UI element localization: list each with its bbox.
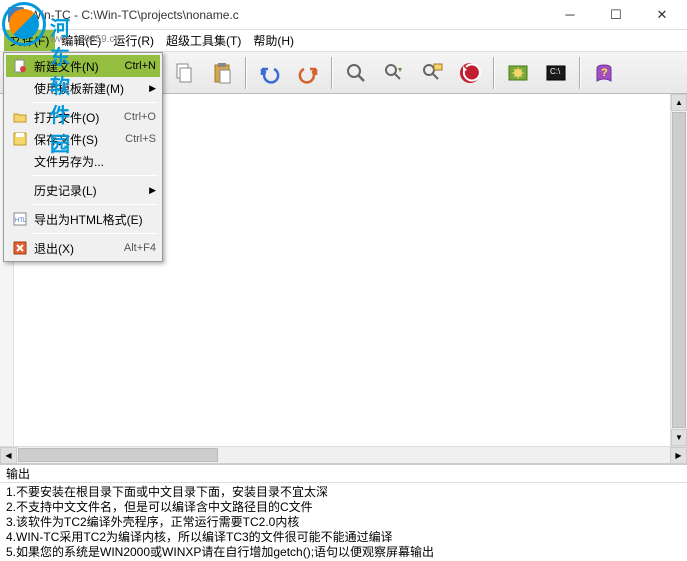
output-panel: 输出 1.不要安装在根目录下面或中文目录下面，安装目录不宜太深 2.不支持中文文…: [0, 463, 687, 561]
output-body[interactable]: 1.不要安装在根目录下面或中文目录下面，安装目录不宜太深 2.不支持中文文件名，…: [0, 483, 687, 561]
scroll-left-button[interactable]: ◀: [0, 447, 17, 464]
menu-edit[interactable]: 编辑(E): [55, 30, 107, 51]
scroll-thumb-v[interactable]: [672, 112, 686, 428]
vertical-scrollbar[interactable]: ▲ ▼: [670, 94, 687, 446]
redo-button[interactable]: [290, 55, 326, 91]
menu-exit[interactable]: 退出(X) Alt+F4: [6, 237, 160, 259]
menu-help[interactable]: 帮助(H): [247, 30, 300, 51]
exit-icon: [10, 240, 30, 256]
menu-separator: [32, 175, 158, 176]
find-next-button[interactable]: [376, 55, 412, 91]
paste-button[interactable]: [204, 55, 240, 91]
menu-export-html[interactable]: HTL 导出为HTML格式(E): [6, 208, 160, 230]
svg-text:C:\: C:\: [550, 67, 561, 76]
undo-button[interactable]: [252, 55, 288, 91]
menu-history[interactable]: 历史记录(L) ▶: [6, 179, 160, 201]
svg-text:HTL: HTL: [15, 218, 27, 224]
minimize-button[interactable]: ─: [547, 0, 593, 30]
horizontal-scrollbar[interactable]: ◀ ▶: [0, 446, 687, 463]
menubar: 文件(F) 编辑(E) 运行(R) 超级工具集(T) 帮助(H): [0, 30, 687, 52]
menu-separator: [32, 102, 158, 103]
save-icon: [10, 131, 30, 147]
menu-separator: [32, 233, 158, 234]
app-icon: [8, 7, 24, 23]
output-header: 输出: [0, 465, 687, 483]
maximize-button[interactable]: ☐: [593, 0, 639, 30]
settings-button[interactable]: [500, 55, 536, 91]
titlebar: Win-TC - C:\Win-TC\projects\noname.c ─ ☐…: [0, 0, 687, 30]
menu-new-from-template[interactable]: 使用模板新建(M) ▶: [6, 77, 160, 99]
menu-separator: [32, 204, 158, 205]
html-icon: HTL: [10, 211, 30, 227]
menu-open-file[interactable]: 打开文件(O) Ctrl+O: [6, 106, 160, 128]
find-button[interactable]: [338, 55, 374, 91]
replace-button[interactable]: [414, 55, 450, 91]
open-icon: [10, 109, 30, 125]
menu-file[interactable]: 文件(F): [4, 30, 55, 51]
svg-text:?: ?: [601, 67, 608, 79]
menu-save-as[interactable]: 文件另存为...: [6, 150, 160, 172]
file-menu-dropdown: 新建文件(N) Ctrl+N 使用模板新建(M) ▶ 打开文件(O) Ctrl+…: [3, 52, 163, 262]
scroll-thumb-h[interactable]: [18, 448, 218, 462]
scroll-right-button[interactable]: ▶: [670, 447, 687, 464]
menu-run[interactable]: 运行(R): [107, 30, 160, 51]
new-file-icon: [10, 58, 30, 74]
console-button[interactable]: C:\: [538, 55, 574, 91]
copy-button[interactable]: [166, 55, 202, 91]
submenu-arrow-icon: ▶: [149, 185, 156, 196]
close-button[interactable]: ✕: [639, 0, 685, 30]
help-button[interactable]: ?: [586, 55, 622, 91]
scroll-up-button[interactable]: ▲: [671, 94, 687, 111]
menu-new-file[interactable]: 新建文件(N) Ctrl+N: [6, 55, 160, 77]
scroll-down-button[interactable]: ▼: [671, 429, 687, 446]
submenu-arrow-icon: ▶: [149, 83, 156, 94]
window-title: Win-TC - C:\Win-TC\projects\noname.c: [30, 8, 547, 22]
menu-save-file[interactable]: 保存文件(S) Ctrl+S: [6, 128, 160, 150]
menu-tools[interactable]: 超级工具集(T): [160, 30, 247, 51]
compile-run-button[interactable]: [452, 55, 488, 91]
